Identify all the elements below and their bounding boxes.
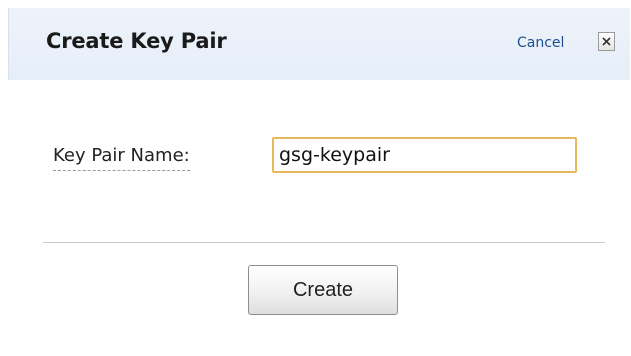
- key-pair-name-input[interactable]: [272, 137, 577, 173]
- create-button[interactable]: Create: [248, 265, 398, 315]
- key-pair-name-label: Key Pair Name:: [53, 145, 190, 171]
- cancel-link[interactable]: Cancel: [517, 35, 564, 51]
- dialog-title: Create Key Pair: [46, 29, 227, 53]
- dialog-header: Create Key Pair Cancel: [8, 8, 630, 80]
- create-key-pair-dialog: Create Key Pair Cancel Key Pair Name: Cr…: [0, 0, 631, 356]
- close-x-icon: [602, 37, 611, 46]
- divider: [43, 242, 605, 243]
- close-button[interactable]: [598, 32, 615, 51]
